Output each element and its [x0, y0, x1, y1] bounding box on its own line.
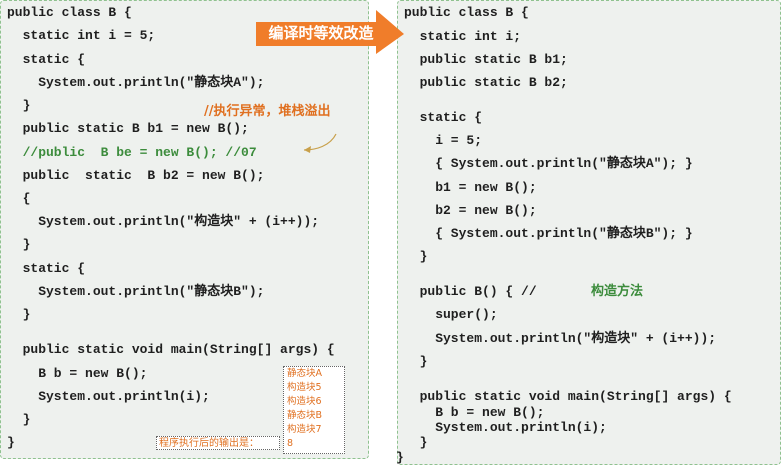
code-line: b1 = new B(); [404, 180, 537, 195]
code-line: System.out.println("静态块A"); [7, 75, 265, 90]
output-line: 构造块7 [287, 424, 322, 435]
code-line: static { [404, 110, 483, 125]
code-line: System.out.println("构造块" + (i++)); [7, 214, 320, 229]
output-caption: 程序执行后的输出是： [156, 436, 280, 450]
code-line: { [7, 191, 31, 206]
code-line: B b = new B(); [404, 405, 545, 420]
code-line: B b = new B(); [7, 366, 148, 381]
code-line: super(); [404, 307, 498, 322]
code-line: System.out.println(i); [7, 389, 210, 404]
code-line: } [404, 354, 428, 369]
code-line: b2 = new B(); [404, 203, 537, 218]
code-line: System.out.println("静态块B"); [7, 284, 265, 299]
code-line: public static void main(String[] args) { [7, 342, 335, 357]
code-line: } [404, 435, 428, 450]
code-line: System.out.println("构造块" + (i++)); [404, 331, 717, 346]
code-line: public class B { [404, 5, 529, 20]
error-note: //执行异常，堆栈溢出 [204, 104, 331, 119]
code-line: public static B b1; [404, 52, 568, 67]
output-line: 构造块5 [287, 382, 322, 393]
code-line: public B() { // [404, 284, 537, 299]
output-line: 构造块6 [287, 396, 322, 407]
code-line: public static B b2 = new B(); [7, 168, 265, 183]
code-line: public static B b1 = new B(); [7, 121, 249, 136]
code-line: } [396, 450, 404, 465]
right-code-panel: public class B { static int i; public st… [396, 0, 781, 465]
code-line: public class B { [7, 5, 132, 20]
output-box: 静态块A 构造块5 构造块6 静态块B 构造块7 8 [283, 366, 345, 454]
callout-label: 编译时等效改造 [268, 24, 374, 42]
constructor-comment: 构造方法 [591, 284, 644, 299]
note-arrow-icon [303, 133, 337, 153]
code-line: } [7, 412, 31, 427]
output-line: 静态块A [287, 368, 322, 379]
code-line: } [7, 307, 31, 322]
output-line: 8 [287, 438, 294, 449]
code-line: i = 5; [404, 133, 483, 148]
code-line: public static void main(String[] args) { [404, 389, 732, 404]
output-line: 静态块B [287, 410, 323, 421]
code-line: { System.out.println("静态块A"); } [404, 156, 693, 171]
code-line: { System.out.println("静态块B"); } [404, 226, 693, 241]
code-line: static int i = 5; [7, 28, 156, 43]
code-line: static int i; [404, 29, 522, 44]
code-line: public static B b2; [404, 75, 568, 90]
code-line: System.out.println(i); [404, 420, 607, 435]
code-comment-line: //public B be = new B(); //07 [7, 145, 257, 160]
code-line: } [7, 237, 31, 252]
code-line: } [7, 435, 15, 450]
code-line: static { [7, 261, 86, 276]
code-line: static { [7, 52, 86, 67]
code-line: } [7, 98, 31, 113]
code-line: } [404, 249, 428, 264]
